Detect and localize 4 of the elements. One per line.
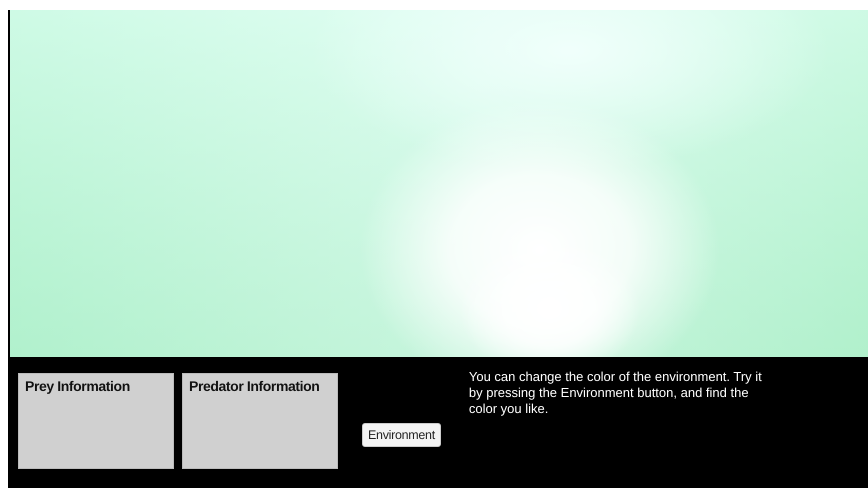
- environment-button[interactable]: Environment: [362, 423, 441, 448]
- instructions-text: You can change the color of the environment. Try it by pressing the Environment button, and find the color you like.: [468, 369, 763, 417]
- info-panel: Prey Information: [18, 373, 174, 469]
- info-panel: Predator Information: [182, 373, 338, 469]
